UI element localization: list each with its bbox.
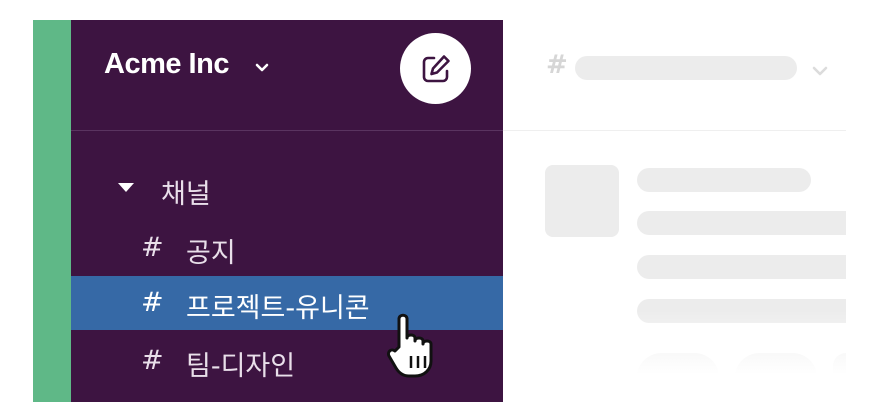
fade-overlay	[503, 310, 846, 402]
header-divider	[503, 130, 846, 131]
sidebar-item-channel-notice[interactable]: # 공지	[71, 221, 503, 275]
channel-name-placeholder	[575, 56, 797, 80]
channel-label: 공지	[186, 238, 236, 269]
channel-hash-icon: #	[546, 50, 568, 80]
sidebar-divider	[71, 130, 503, 131]
hash-icon: #	[141, 287, 164, 318]
caret-down-icon[interactable]	[118, 183, 134, 192]
compose-icon	[422, 55, 450, 83]
workspace-name[interactable]: Acme Inc	[104, 48, 229, 81]
channel-chevron-down-icon[interactable]	[812, 62, 828, 81]
message-line-placeholder	[637, 168, 811, 192]
channels-section-header[interactable]: 채널	[71, 168, 503, 210]
workspace-header[interactable]: Acme Inc	[71, 20, 503, 130]
workspace-switcher-strip	[33, 20, 71, 402]
channels-section-label: 채널	[161, 179, 211, 210]
message-pane: #	[503, 20, 846, 402]
hash-icon: #	[141, 345, 164, 376]
message-line-placeholder	[637, 211, 846, 235]
compose-button[interactable]	[400, 33, 471, 104]
channel-label: 프로젝트-유니콘	[186, 293, 370, 324]
message-line-placeholder	[637, 255, 846, 279]
chevron-down-icon[interactable]	[255, 58, 269, 77]
hash-icon: #	[141, 232, 164, 263]
avatar-placeholder	[545, 165, 619, 237]
hand-pointer-icon	[386, 313, 444, 383]
channel-label: 팀-디자인	[186, 351, 296, 382]
